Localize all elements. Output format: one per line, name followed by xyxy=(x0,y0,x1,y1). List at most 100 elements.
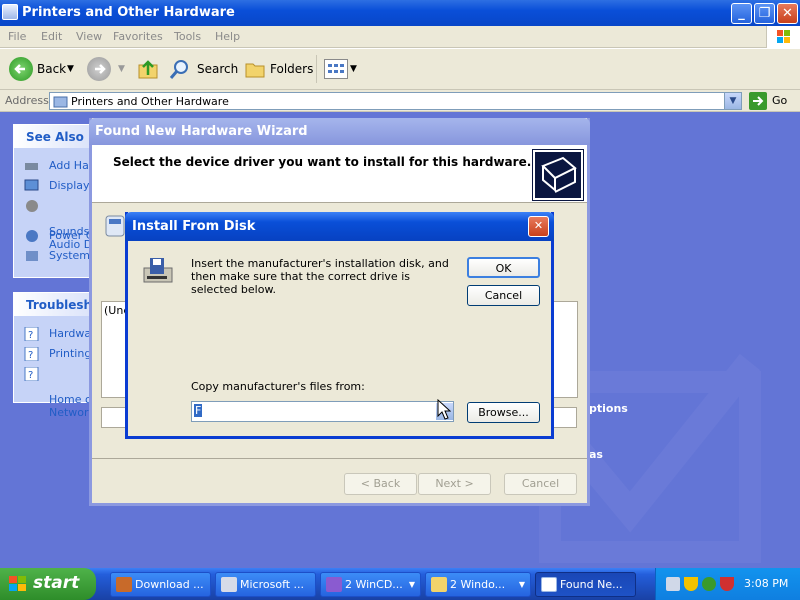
troubleshoot-printing[interactable]: ? Printing xyxy=(24,347,91,361)
browse-button[interactable]: Browse... xyxy=(467,402,540,423)
toolbar-divider xyxy=(316,55,317,83)
back-label[interactable]: Back xyxy=(37,57,66,81)
group-dropdown-icon: ▼ xyxy=(518,580,525,589)
menu-tools[interactable]: Tools xyxy=(174,30,201,43)
address-label: Address xyxy=(5,94,49,107)
clock[interactable]: 3:08 PM xyxy=(744,577,788,590)
up-folder-icon[interactable] xyxy=(137,57,159,81)
display-icon xyxy=(24,179,39,191)
menu-bar: File Edit View Favorites Tools Help xyxy=(0,26,800,48)
back-arrow-icon[interactable] xyxy=(9,57,33,81)
taskbar-found-new-hardware[interactable]: Found Ne... xyxy=(535,572,636,597)
windows-flag-icon xyxy=(9,576,26,591)
partial-link-as[interactable]: as xyxy=(589,448,603,461)
add-hardware-icon xyxy=(25,163,38,170)
see-also-system[interactable]: System xyxy=(24,249,90,262)
toolbar: Back ▼ ▼ Search Folders ▼ xyxy=(0,49,800,90)
menu-file[interactable]: File xyxy=(8,30,26,43)
wincd-app-icon xyxy=(326,577,342,592)
maximize-button[interactable]: ❐ xyxy=(754,3,775,24)
views-icon[interactable] xyxy=(324,59,348,79)
svg-text:?: ? xyxy=(28,350,33,361)
go-arrow-icon[interactable] xyxy=(749,92,767,110)
partial-link-options[interactable]: ptions xyxy=(589,402,628,415)
system-tray: 3:08 PM xyxy=(655,568,800,600)
help-icon: ? xyxy=(24,327,39,341)
copy-from-combobox[interactable]: F ▼ xyxy=(191,401,454,422)
close-button[interactable]: ✕ xyxy=(777,3,798,24)
dialog-title-bar[interactable]: Install From Disk xyxy=(125,212,554,241)
mouse-cursor-icon xyxy=(437,399,451,420)
microsoft-app-icon xyxy=(221,577,237,592)
floppy-drive-icon xyxy=(141,254,175,288)
network-tray-icon[interactable] xyxy=(666,577,680,591)
printers-folder-icon xyxy=(53,96,68,108)
help-icon: ? xyxy=(24,367,39,381)
antivirus-tray-icon[interactable] xyxy=(702,577,716,591)
minimize-button[interactable]: _ xyxy=(731,3,752,24)
dialog-cancel-button[interactable]: Cancel xyxy=(467,285,540,306)
taskbar-windows-group[interactable]: 2 Windo... ▼ xyxy=(425,572,531,597)
taskbar-microsoft[interactable]: Microsoft ... xyxy=(215,572,316,597)
copy-from-value[interactable]: F xyxy=(194,404,203,417)
menu-help[interactable]: Help xyxy=(215,30,240,43)
power-options-icon xyxy=(26,230,38,242)
go-button[interactable]: Go xyxy=(772,94,787,107)
start-button[interactable]: start xyxy=(0,568,96,600)
folder-app-icon xyxy=(431,577,447,592)
dialog-title: Install From Disk xyxy=(132,219,256,234)
download-app-icon xyxy=(116,577,132,592)
wizard-cancel-button[interactable]: Cancel xyxy=(504,473,577,495)
dialog-message: Insert the manufacturer's installation d… xyxy=(191,257,449,296)
disk-drive-icon xyxy=(104,212,126,238)
sounds-icon xyxy=(26,200,38,212)
wizard-title-bar[interactable]: Found New Hardware Wizard xyxy=(89,118,590,145)
see-also-display[interactable]: Display xyxy=(24,179,90,192)
troubleshoot-network[interactable]: ? Home or Network xyxy=(24,367,96,419)
taskbar-wincd-group[interactable]: 2 WinCD... ▼ xyxy=(320,572,421,597)
views-dropdown-icon[interactable]: ▼ xyxy=(350,57,357,81)
troubleshoot-hardware[interactable]: ? Hardwar xyxy=(24,327,96,341)
see-also-sounds[interactable]: Sounds, Audio De xyxy=(24,199,99,251)
forward-dropdown-icon[interactable]: ▼ xyxy=(118,57,125,81)
folder-window-icon[interactable] xyxy=(2,4,18,20)
forward-arrow-icon[interactable] xyxy=(87,57,111,81)
svg-text:?: ? xyxy=(28,370,33,381)
copy-from-label: Copy manufacturer's files from: xyxy=(191,380,365,393)
windows-logo-icon xyxy=(766,26,800,48)
svg-text:?: ? xyxy=(28,330,33,341)
wizard-header: Select the device driver you want to ins… xyxy=(92,145,587,203)
explorer-title: Printers and Other Hardware xyxy=(22,5,235,20)
folders-button[interactable]: Folders xyxy=(270,57,313,81)
menu-edit[interactable]: Edit xyxy=(41,30,62,43)
wizard-divider xyxy=(92,458,587,459)
system-icon xyxy=(26,251,38,261)
address-field[interactable]: Printers and Other Hardware xyxy=(49,92,742,110)
security-shield-icon[interactable] xyxy=(684,577,698,591)
search-button[interactable]: Search xyxy=(197,57,238,81)
address-value: Printers and Other Hardware xyxy=(71,95,229,108)
wizard-app-icon xyxy=(541,577,557,592)
search-icon[interactable] xyxy=(168,57,192,81)
menu-view[interactable]: View xyxy=(76,30,102,43)
address-bar: Address Printers and Other Hardware ▼ Go xyxy=(0,90,800,112)
back-dropdown-icon[interactable]: ▼ xyxy=(67,57,74,81)
help-icon: ? xyxy=(24,347,39,361)
wizard-back-button[interactable]: < Back xyxy=(344,473,417,495)
address-dropdown-icon[interactable]: ▼ xyxy=(724,92,742,110)
start-label: start xyxy=(33,573,80,593)
taskbar-download[interactable]: Download ... xyxy=(110,572,211,597)
security-alert-icon[interactable] xyxy=(720,577,734,591)
group-dropdown-icon: ▼ xyxy=(408,580,415,589)
see-also-add-hardware[interactable]: Add Har xyxy=(24,159,93,172)
explorer-title-bar[interactable]: Printers and Other Hardware _ ❐ ✕ xyxy=(0,0,800,26)
wizard-title: Found New Hardware Wizard xyxy=(95,124,308,139)
wizard-heading: Select the device driver you want to ins… xyxy=(113,155,532,169)
ok-button[interactable]: OK xyxy=(467,257,540,278)
folders-icon[interactable] xyxy=(244,58,266,80)
menu-favorites[interactable]: Favorites xyxy=(113,30,163,43)
dialog-close-icon[interactable]: ✕ xyxy=(528,216,549,237)
hardware-wizard-icon xyxy=(532,149,584,201)
see-also-power[interactable]: Power C xyxy=(24,229,93,242)
wizard-next-button[interactable]: Next > xyxy=(418,473,491,495)
